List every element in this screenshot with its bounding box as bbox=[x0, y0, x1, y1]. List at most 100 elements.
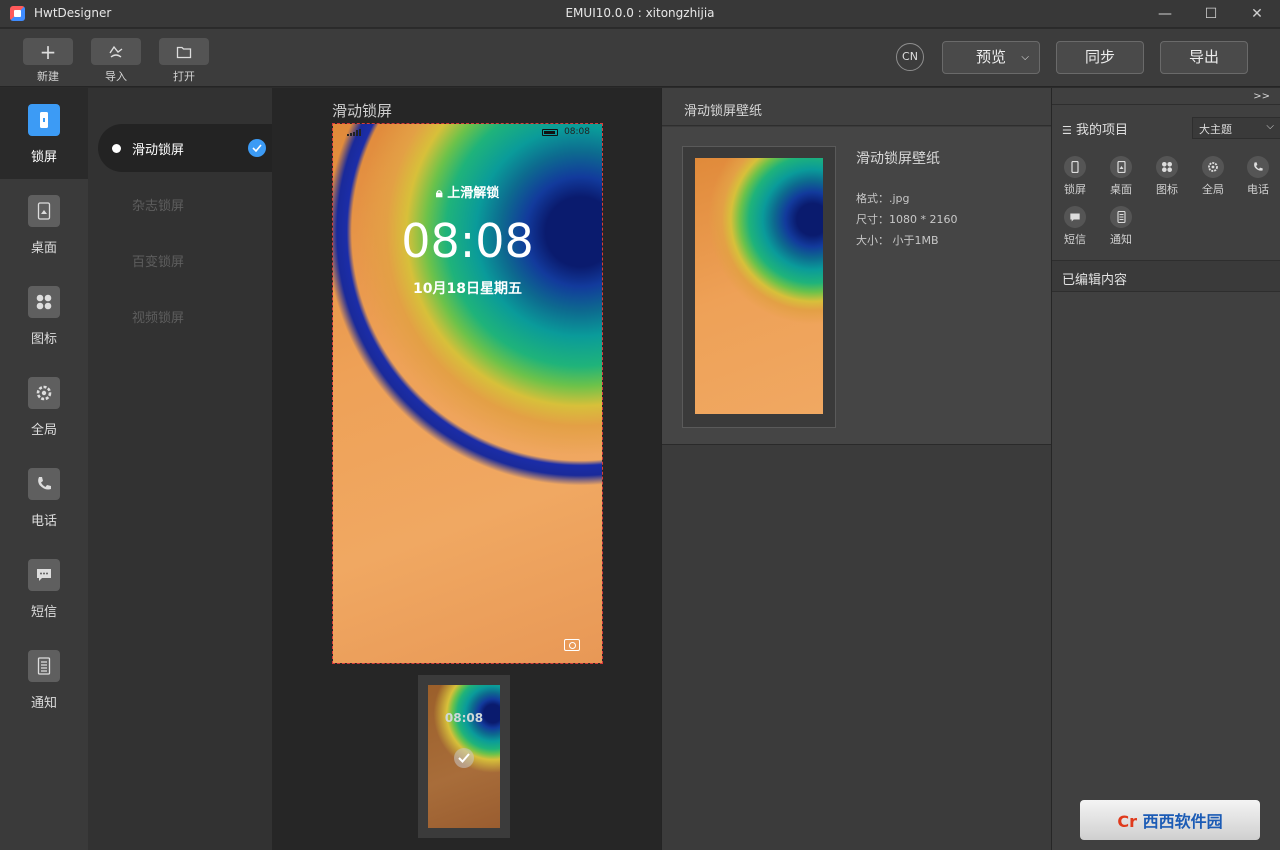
project-item-label: 桌面 bbox=[1110, 183, 1132, 196]
lockscreen-thumbnail[interactable]: 08:08 bbox=[418, 675, 510, 838]
sidebar-item-notification[interactable]: 通知 bbox=[0, 634, 88, 725]
sidebar-item-desktop[interactable]: 桌面 bbox=[0, 179, 88, 270]
theme-type-select[interactable]: 大主题 ⌵ bbox=[1192, 117, 1280, 139]
watermark-brand: Cr 西西软件园 bbox=[1117, 812, 1223, 831]
sms-icon bbox=[1064, 206, 1086, 228]
wallpaper-preview bbox=[695, 158, 823, 414]
wallpaper-slot[interactable] bbox=[682, 146, 836, 428]
sync-button[interactable]: 同步 bbox=[1056, 41, 1144, 74]
signal-icon bbox=[347, 129, 361, 136]
plus-icon: + bbox=[39, 39, 57, 64]
import-icon bbox=[109, 45, 123, 58]
notification-icon bbox=[28, 650, 60, 682]
project-item-label: 锁屏 bbox=[1064, 183, 1086, 196]
preview-label: 预览 bbox=[975, 48, 1006, 66]
sidebar-item-label: 通知 bbox=[30, 696, 57, 711]
notification-icon bbox=[1110, 206, 1132, 228]
sidebar-item-icons[interactable]: 图标 bbox=[0, 270, 88, 361]
properties-header: 滑动锁屏壁纸 bbox=[662, 88, 1052, 126]
properties-title: 滑动锁屏壁纸 bbox=[684, 104, 763, 119]
unlock-hint: 🔒︎ 上滑解锁 bbox=[333, 182, 602, 201]
export-button[interactable]: 导出 bbox=[1160, 41, 1248, 74]
title-bar: HwtDesigner EMUI10.0.0 : xitongzhijia — … bbox=[0, 0, 1280, 28]
new-label: 新建 bbox=[37, 70, 59, 83]
project-item-lockscreen[interactable]: 锁屏 bbox=[1052, 156, 1098, 197]
lock-screen-icon bbox=[28, 104, 60, 136]
lockscreen-wallpaper bbox=[333, 124, 602, 663]
gear-icon bbox=[1202, 156, 1224, 178]
project-item-label: 通知 bbox=[1110, 233, 1132, 246]
collapse-panel-button[interactable]: >> bbox=[1253, 91, 1270, 102]
check-icon bbox=[248, 139, 266, 157]
sidebar-item-label: 锁屏 bbox=[30, 150, 57, 165]
wallpaper-name: 滑动锁屏壁纸 bbox=[856, 151, 940, 167]
camera-icon[interactable] bbox=[564, 639, 580, 651]
project-item-icons[interactable]: 图标 bbox=[1144, 156, 1190, 197]
open-label: 打开 bbox=[173, 70, 195, 83]
project-item-global[interactable]: 全局 bbox=[1190, 156, 1236, 197]
window-title: EMUI10.0.0 : xitongzhijia bbox=[565, 6, 715, 20]
new-button[interactable]: + 新建 bbox=[23, 38, 73, 84]
import-button[interactable]: 导入 bbox=[91, 38, 141, 84]
project-item-label: 图标 bbox=[1156, 183, 1178, 196]
selected-dot-icon bbox=[112, 144, 121, 153]
thumbnail-image: 08:08 bbox=[428, 685, 500, 828]
project-item-sms[interactable]: 短信 bbox=[1052, 206, 1098, 247]
status-bar-time: 08:08 bbox=[564, 127, 590, 137]
subnav-item-variety-lock[interactable]: 百变锁屏 bbox=[98, 236, 272, 284]
sidebar-item-label: 图标 bbox=[30, 332, 57, 347]
project-item-notification[interactable]: 通知 bbox=[1098, 206, 1144, 247]
sidebar-item-lockscreen[interactable]: 锁屏 bbox=[0, 88, 88, 179]
gear-icon bbox=[28, 377, 60, 409]
preview-dropdown[interactable]: 预览 ⌵ bbox=[942, 41, 1040, 74]
edited-content-header: 已编辑内容 bbox=[1052, 260, 1280, 292]
wallpaper-dimensions: 尺寸：1080 * 2160 bbox=[856, 213, 958, 226]
unlock-text: 上滑解锁 bbox=[447, 186, 500, 201]
sidebar-item-sms[interactable]: 短信 bbox=[0, 543, 88, 634]
project-item-desktop[interactable]: 桌面 bbox=[1098, 156, 1144, 197]
sms-icon bbox=[28, 559, 60, 591]
sidebar-item-label: 电话 bbox=[30, 514, 57, 529]
sidebar-item-phone[interactable]: 电话 bbox=[0, 452, 88, 543]
project-item-phone[interactable]: 电话 bbox=[1235, 156, 1280, 197]
phone-icon bbox=[28, 468, 60, 500]
check-icon bbox=[454, 748, 474, 768]
project-item-label: 短信 bbox=[1064, 233, 1086, 246]
subnav-item-label: 百变锁屏 bbox=[132, 255, 185, 270]
lock-screen-icon bbox=[1064, 156, 1086, 178]
sidebar-item-global[interactable]: 全局 bbox=[0, 361, 88, 452]
close-button[interactable]: ✕ bbox=[1234, 0, 1280, 28]
lockscreen-clock: 08:08 bbox=[401, 214, 534, 268]
properties-panel: 滑动锁屏壁纸 滑动锁屏壁纸 格式：.jpg 尺寸：1080 * 2160 大小：… bbox=[661, 88, 1052, 850]
project-item-label: 全局 bbox=[1202, 183, 1224, 196]
edited-content-title: 已编辑内容 bbox=[1062, 273, 1128, 288]
sidebar-item-label: 桌面 bbox=[30, 241, 57, 256]
desktop-icon bbox=[1110, 156, 1132, 178]
phone-icon bbox=[1247, 156, 1269, 178]
open-button[interactable]: 打开 bbox=[159, 38, 209, 84]
site-watermark-logo: Cr 西西软件园 bbox=[1080, 800, 1260, 840]
subnav-item-slide-lock[interactable]: 滑动锁屏 bbox=[98, 124, 272, 172]
chevron-down-icon: ⌵ bbox=[1021, 52, 1029, 63]
maximize-button[interactable]: ☐ bbox=[1188, 0, 1234, 28]
lock-icon: 🔒︎ bbox=[435, 186, 443, 201]
phone-preview[interactable]: 08:08 🔒︎ 上滑解锁 08:08 10月18日星期五 bbox=[332, 123, 603, 664]
wallpaper-card: 滑动锁屏壁纸 格式：.jpg 尺寸：1080 * 2160 大小： 小于1MB bbox=[662, 127, 1052, 445]
project-item-label: 电话 bbox=[1247, 183, 1269, 196]
thumbnail-clock: 08:08 bbox=[444, 711, 484, 725]
subnav-item-label: 视频锁屏 bbox=[132, 311, 185, 326]
design-canvas: 滑动锁屏 08:08 🔒︎ 上滑解锁 08:08 10月18日星期五 08:08 bbox=[272, 88, 661, 850]
lockscreen-date: 10月18日星期五 bbox=[413, 281, 522, 297]
wallpaper-format: 格式：.jpg bbox=[856, 192, 910, 205]
wallpaper-filesize: 大小： 小于1MB bbox=[856, 234, 939, 247]
theme-type-value: 大主题 bbox=[1199, 123, 1232, 136]
project-title: ☰ 我的项目 bbox=[1062, 119, 1128, 138]
project-title-text: 我的项目 bbox=[1076, 123, 1129, 138]
minimize-button[interactable]: — bbox=[1142, 0, 1188, 28]
subnav-item-video-lock[interactable]: 视频锁屏 bbox=[98, 292, 272, 340]
folder-icon bbox=[176, 46, 192, 58]
chevron-down-icon: ⌵ bbox=[1266, 121, 1274, 132]
category-sidebar: 锁屏 桌面 图标 全局 电话 短信 通知 bbox=[0, 88, 88, 850]
language-button[interactable]: CN bbox=[896, 43, 924, 71]
subnav-item-magazine-lock[interactable]: 杂志锁屏 bbox=[98, 180, 272, 228]
